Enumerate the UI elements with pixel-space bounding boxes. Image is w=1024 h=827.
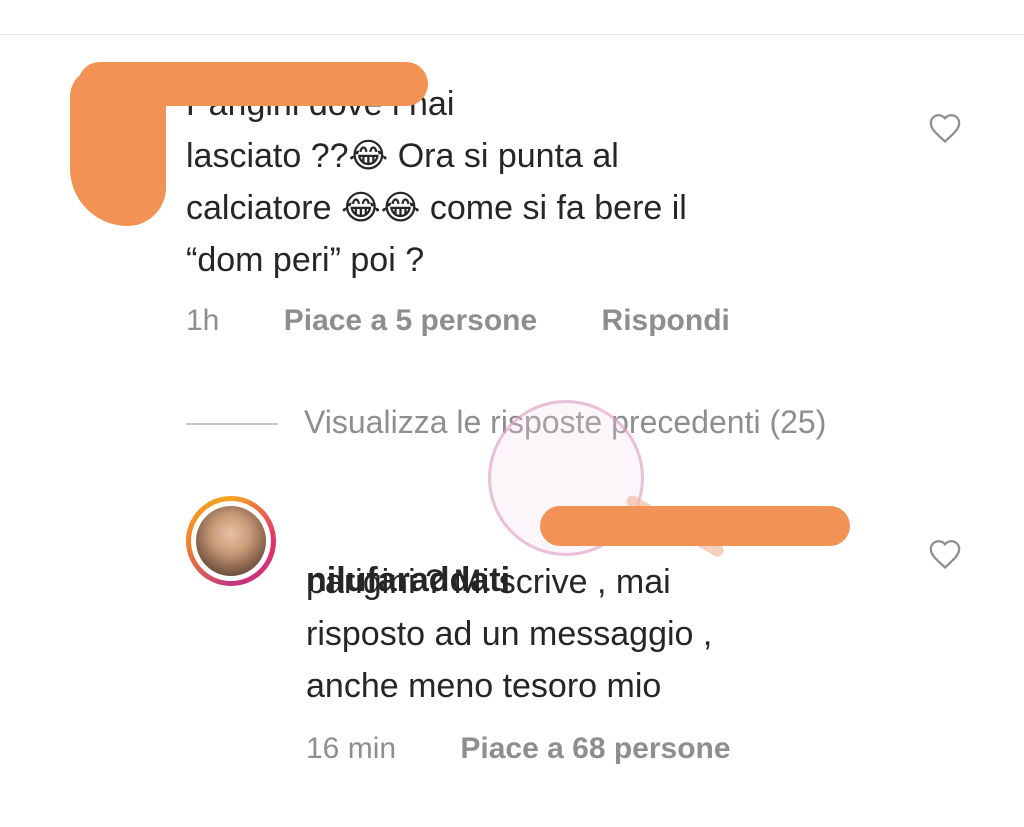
redacted-mention xyxy=(540,506,850,546)
comment-2-meta: 16 min Piace a 68 persone xyxy=(306,732,731,766)
avatar-photo xyxy=(196,506,266,576)
top-divider xyxy=(0,34,1024,35)
comment-1-time: 1h xyxy=(186,304,220,337)
comment-1-meta: 1h Piace a 5 persone Rispondi xyxy=(186,304,730,338)
reply-button[interactable]: Rispondi xyxy=(602,304,730,338)
like-heart-icon-2[interactable] xyxy=(928,538,962,570)
comment-2-text: parigini ? Mi scrive , mai risposto ad u… xyxy=(306,563,713,705)
replies-divider xyxy=(186,423,278,425)
comment-1-text: Parigini dove l hai lasciato ??😂 Ora si … xyxy=(186,85,687,279)
comment-2-likes-link[interactable]: Piace a 68 persone xyxy=(460,732,730,766)
comment-1-likes-link[interactable]: Piace a 5 persone xyxy=(284,304,537,338)
redacted-avatar xyxy=(70,68,166,226)
avatar[interactable] xyxy=(186,496,276,586)
comment-2-time: 16 min xyxy=(306,732,397,765)
like-heart-icon[interactable] xyxy=(928,112,962,144)
